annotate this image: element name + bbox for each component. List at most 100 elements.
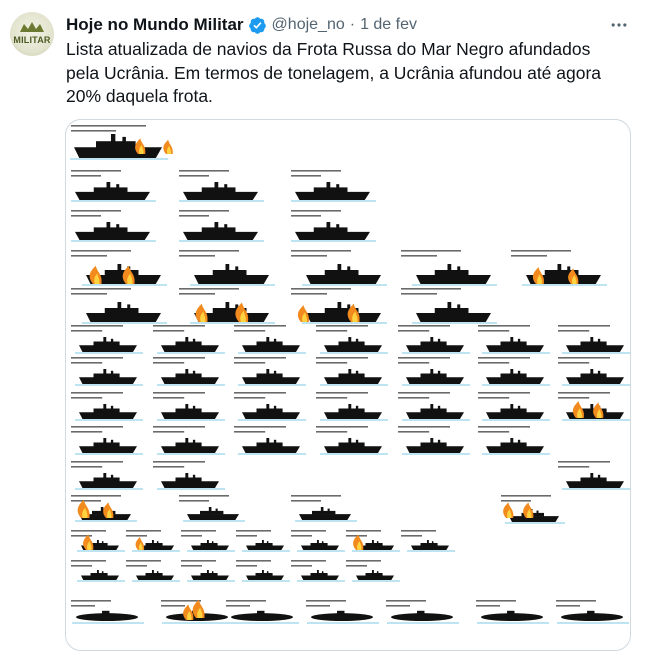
- fire-icon: [77, 499, 90, 518]
- caption-line: [291, 535, 312, 537]
- caption-line: [398, 431, 430, 433]
- tweet[interactable]: MILITAR Hoje no Mundo Militar @hoje_no ·…: [0, 0, 648, 662]
- caption-line: [291, 210, 341, 212]
- caption-line: [558, 392, 610, 394]
- caption-line: [236, 535, 257, 537]
- caption-line: [153, 325, 205, 327]
- caption-line: [478, 330, 510, 332]
- caption-line: [153, 461, 205, 463]
- caption-line: [179, 293, 215, 295]
- tweet-media-image[interactable]: [65, 119, 631, 651]
- ship-silhouette: [187, 540, 235, 552]
- ship-silhouette: [297, 570, 345, 582]
- fire-icon: [523, 502, 534, 518]
- ship-silhouette: [412, 264, 497, 286]
- ship-silhouette: [302, 264, 387, 286]
- caption-line: [478, 362, 510, 364]
- ship-silhouette: [402, 337, 470, 354]
- caption-line: [71, 170, 121, 172]
- ship-silhouette: [157, 369, 225, 386]
- fire-icon: [163, 139, 173, 154]
- more-options-button[interactable]: [606, 14, 632, 36]
- ship-silhouette: [320, 438, 388, 455]
- caption-line: [153, 357, 205, 359]
- ship-silhouette: [562, 473, 630, 490]
- fire-icon: [572, 401, 585, 418]
- ship-silhouette: [297, 540, 345, 552]
- caption-line: [316, 426, 368, 428]
- caption-line: [234, 431, 266, 433]
- tweet-header: Hoje no Mundo Militar @hoje_no · 1 de fe…: [66, 14, 417, 36]
- caption-line: [234, 397, 266, 399]
- caption-line: [401, 250, 461, 252]
- avatar[interactable]: MILITAR: [10, 12, 54, 56]
- tweet-date[interactable]: 1 de fev: [360, 16, 417, 34]
- handle[interactable]: @hoje_no: [272, 16, 345, 34]
- ship-silhouette: [82, 302, 167, 324]
- caption-line: [153, 426, 205, 428]
- ship-silhouette: [242, 570, 290, 582]
- caption-line: [234, 325, 286, 327]
- caption-line: [478, 397, 510, 399]
- verified-badge-icon[interactable]: [248, 16, 267, 35]
- caption-line: [556, 605, 580, 607]
- ship-silhouette: [412, 302, 497, 324]
- caption-line: [291, 500, 321, 502]
- display-name[interactable]: Hoje no Mundo Militar: [66, 15, 244, 35]
- fire-icon: [89, 265, 102, 284]
- caption-line: [71, 210, 121, 212]
- fire-icon: [83, 534, 94, 550]
- caption-line: [179, 175, 209, 177]
- caption-line: [236, 560, 271, 562]
- caption-line: [71, 466, 103, 468]
- caption-line: [558, 362, 590, 364]
- caption-line: [401, 293, 437, 295]
- caption-line: [71, 530, 106, 532]
- caption-line: [181, 560, 216, 562]
- caption-line: [316, 362, 348, 364]
- caption-line: [291, 530, 326, 532]
- caption-line: [558, 461, 610, 463]
- caption-line: [126, 560, 161, 562]
- ship-silhouette: [75, 369, 143, 386]
- caption-line: [179, 288, 239, 290]
- caption-line: [153, 392, 205, 394]
- ship-silhouette: [70, 134, 168, 160]
- ship-silhouette: [402, 438, 470, 455]
- caption-line: [234, 330, 266, 332]
- ship-silhouette: [157, 438, 225, 455]
- caption-line: [346, 565, 367, 567]
- caption-line: [558, 466, 590, 468]
- caption-line: [179, 250, 239, 252]
- caption-line: [226, 605, 250, 607]
- ship-silhouette: [187, 570, 235, 582]
- caption-line: [71, 255, 107, 257]
- logo-emblem: [20, 22, 44, 32]
- caption-line: [386, 605, 410, 607]
- caption-line: [306, 600, 346, 602]
- ship-silhouette: [183, 507, 245, 522]
- caption-line: [71, 330, 103, 332]
- caption-line: [291, 560, 326, 562]
- caption-line: [71, 560, 106, 562]
- submarine-silhouette: [477, 610, 549, 624]
- caption-line: [398, 325, 450, 327]
- caption-line: [478, 431, 510, 433]
- caption-line: [71, 175, 101, 177]
- caption-line: [71, 250, 131, 252]
- ship-silhouette: [402, 369, 470, 386]
- caption-line: [291, 255, 327, 257]
- avatar-logo-text: MILITAR: [13, 35, 51, 45]
- caption-line: [71, 130, 116, 132]
- ship-silhouette: [238, 369, 306, 386]
- caption-line: [126, 535, 147, 537]
- caption-line: [126, 530, 161, 532]
- caption-line: [71, 357, 123, 359]
- caption-line: [478, 357, 530, 359]
- caption-line: [386, 600, 426, 602]
- ship-silhouette: [179, 222, 264, 242]
- caption-line: [501, 500, 531, 502]
- caption-line: [181, 535, 202, 537]
- caption-line: [316, 325, 368, 327]
- caption-line: [234, 392, 286, 394]
